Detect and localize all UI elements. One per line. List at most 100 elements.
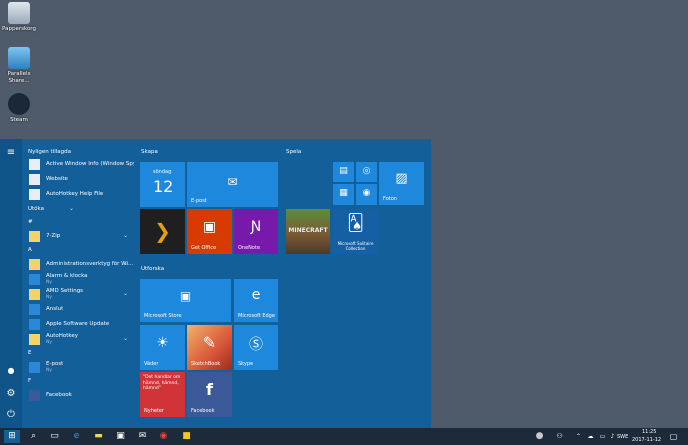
app-icon [29, 174, 40, 185]
search-icon[interactable]: ⌕ [27, 430, 40, 443]
tile-label: Microsoft Solitaire Collection [337, 241, 374, 251]
app-label: Apple Software Update [46, 321, 110, 328]
group-title-utforska[interactable]: Utforska [141, 266, 164, 272]
tile-store[interactable]: ▣ Microsoft Store [140, 279, 231, 322]
film-icon: ▤ [339, 166, 348, 176]
chrome-icon[interactable]: ◉ [157, 430, 170, 443]
section-letter[interactable]: F [24, 375, 134, 388]
folder-icon [29, 289, 40, 300]
people-icon[interactable]: ⚇ [553, 430, 566, 443]
desktop-icon-recycle-bin[interactable]: Papperskorg [2, 2, 36, 33]
tile-movies[interactable]: ▤ [333, 162, 354, 182]
desktop-icon-label: Papperskorg [2, 26, 36, 32]
app-label: AutoHotkey Ny [46, 333, 78, 346]
desktop-icon-parallels[interactable]: Parallels Share... [2, 47, 36, 85]
app-icon[interactable]: ■ [180, 430, 193, 443]
desktop-icon-label: Steam [10, 117, 28, 123]
folder-icon [29, 259, 40, 270]
tile-label: Nyheter [144, 408, 165, 414]
sun-icon: ☀ [156, 335, 169, 351]
tile-label: Facebook [191, 408, 215, 414]
section-letter[interactable]: A [24, 244, 134, 257]
expand-button[interactable]: Utöka ⌄ [24, 202, 134, 216]
parallels-share-icon [8, 47, 30, 69]
chevron-down-icon: ⌄ [68, 205, 74, 212]
app-item-amd-settings[interactable]: AMD Settings Ny ⌄ [24, 287, 134, 302]
music-disc-icon: ◎ [362, 166, 371, 176]
app-item-alarm-clock[interactable]: Alarm & klocka Ny [24, 272, 134, 287]
photos-icon: ▨ [395, 171, 408, 186]
app-label: AMD Settings Ny [46, 288, 83, 301]
mail-icon[interactable]: ✉ [136, 430, 149, 443]
tile-calculator[interactable]: ▦ [333, 184, 354, 205]
group-title-spela[interactable]: Spela [286, 149, 301, 155]
start-button-windows-icon[interactable]: ⊞ [4, 430, 20, 443]
hamburger-menu-icon[interactable]: ≡ [3, 146, 19, 160]
tile-camera[interactable]: ◉ [356, 184, 377, 205]
file-explorer-icon[interactable]: ▬ [92, 430, 105, 443]
edge-browser-icon[interactable]: e [70, 430, 83, 443]
tile-plex[interactable]: ❯ [140, 209, 185, 254]
tile-facebook[interactable]: f Facebook [187, 372, 232, 417]
onenote-icon: Ɲ [250, 219, 262, 235]
app-item-e-post[interactable]: E-post Ny [24, 360, 134, 375]
app-item-apple-software-update[interactable]: Apple Software Update [24, 317, 134, 332]
app-item-admin-tools[interactable]: Administrationsverktyg för Wi... ⌄ [24, 257, 134, 272]
clock-date[interactable]: 2017-11-12 [632, 436, 661, 444]
app-item-facebook[interactable]: Facebook [24, 388, 134, 403]
tile-minecraft[interactable]: MINECRAFT [286, 209, 330, 254]
app-item-autohotkey-help[interactable]: AutoHotkey Help File [24, 187, 134, 202]
power-icon[interactable]: ⏻ [3, 408, 19, 422]
tile-skype[interactable]: Ⓢ Skype [234, 325, 278, 370]
tile-groove[interactable]: ◎ [356, 162, 377, 182]
app-item-autohotkey[interactable]: AutoHotkey Ny ⌄ [24, 332, 134, 347]
section-letter[interactable]: # [24, 216, 134, 229]
user-avatar-icon[interactable]: ● [533, 430, 546, 443]
group-title-skapa[interactable]: Skapa [141, 149, 158, 155]
tile-weather[interactable]: ☀ Väder [140, 325, 185, 370]
tile-sketchbook[interactable]: ✎ SketchBook [187, 325, 232, 370]
store-icon[interactable]: ▣ [114, 430, 127, 443]
chevron-down-icon: ⌄ [122, 260, 128, 267]
apple-update-icon [29, 319, 40, 330]
mail-icon: ✉ [227, 175, 238, 189]
settings-gear-icon[interactable]: ⚙ [3, 387, 19, 401]
chevron-down-icon: ⌄ [122, 290, 128, 297]
tile-onenote[interactable]: Ɲ OneNote [234, 209, 278, 254]
app-item-active-window-info[interactable]: Active Window Info (Window Spy) [24, 157, 134, 172]
tile-label: E-post [191, 198, 207, 204]
tile-mail[interactable]: ✉ E-post [187, 162, 278, 207]
tile-photos[interactable]: ▨ Foton [379, 162, 424, 205]
app-icon [29, 159, 40, 170]
skype-icon: Ⓢ [249, 337, 263, 353]
desktop-icon-steam[interactable]: Steam [2, 93, 36, 124]
user-avatar-icon[interactable]: ● [3, 364, 19, 378]
facebook-icon [29, 390, 40, 401]
app-label: Anslut [46, 306, 64, 313]
desktop-icon-label: Parallels Share... [7, 71, 31, 84]
tile-edge[interactable]: e Microsoft Edge [234, 279, 278, 322]
tile-label: Foton [383, 196, 397, 202]
app-label: Facebook [46, 392, 72, 399]
app-item-website[interactable]: Website [24, 172, 134, 187]
tile-calendar[interactable]: söndag 12 [140, 162, 185, 207]
tile-solitaire[interactable]: 🂡 Microsoft Solitaire Collection [333, 209, 378, 254]
language-indicator[interactable]: SWE [617, 433, 628, 441]
tile-get-office[interactable]: ▣ Get Office [187, 209, 232, 254]
expand-label: Utöka [28, 205, 45, 212]
app-sublabel: Ny [46, 294, 53, 300]
app-item-7zip[interactable]: 7-Zip ⌄ [24, 229, 134, 244]
calendar-day: söndag [153, 169, 172, 175]
clock-time[interactable]: 11:25 [642, 428, 656, 436]
section-letter[interactable]: E [24, 347, 134, 360]
steam-icon [8, 93, 30, 115]
cards-icon: 🂡 [347, 213, 364, 232]
notifications-icon[interactable]: ▢ [667, 430, 680, 443]
app-item-anslut[interactable]: Anslut [24, 302, 134, 317]
plex-icon: ❯ [154, 219, 171, 243]
task-view-icon[interactable]: ▭ [48, 430, 61, 443]
office-icon: ▣ [202, 219, 217, 235]
app-label: E-post Ny [46, 361, 63, 374]
app-sublabel: Ny [46, 367, 53, 373]
tile-news[interactable]: "Det handlar om hämnd, hämnd, hämnd" Nyh… [140, 372, 185, 417]
